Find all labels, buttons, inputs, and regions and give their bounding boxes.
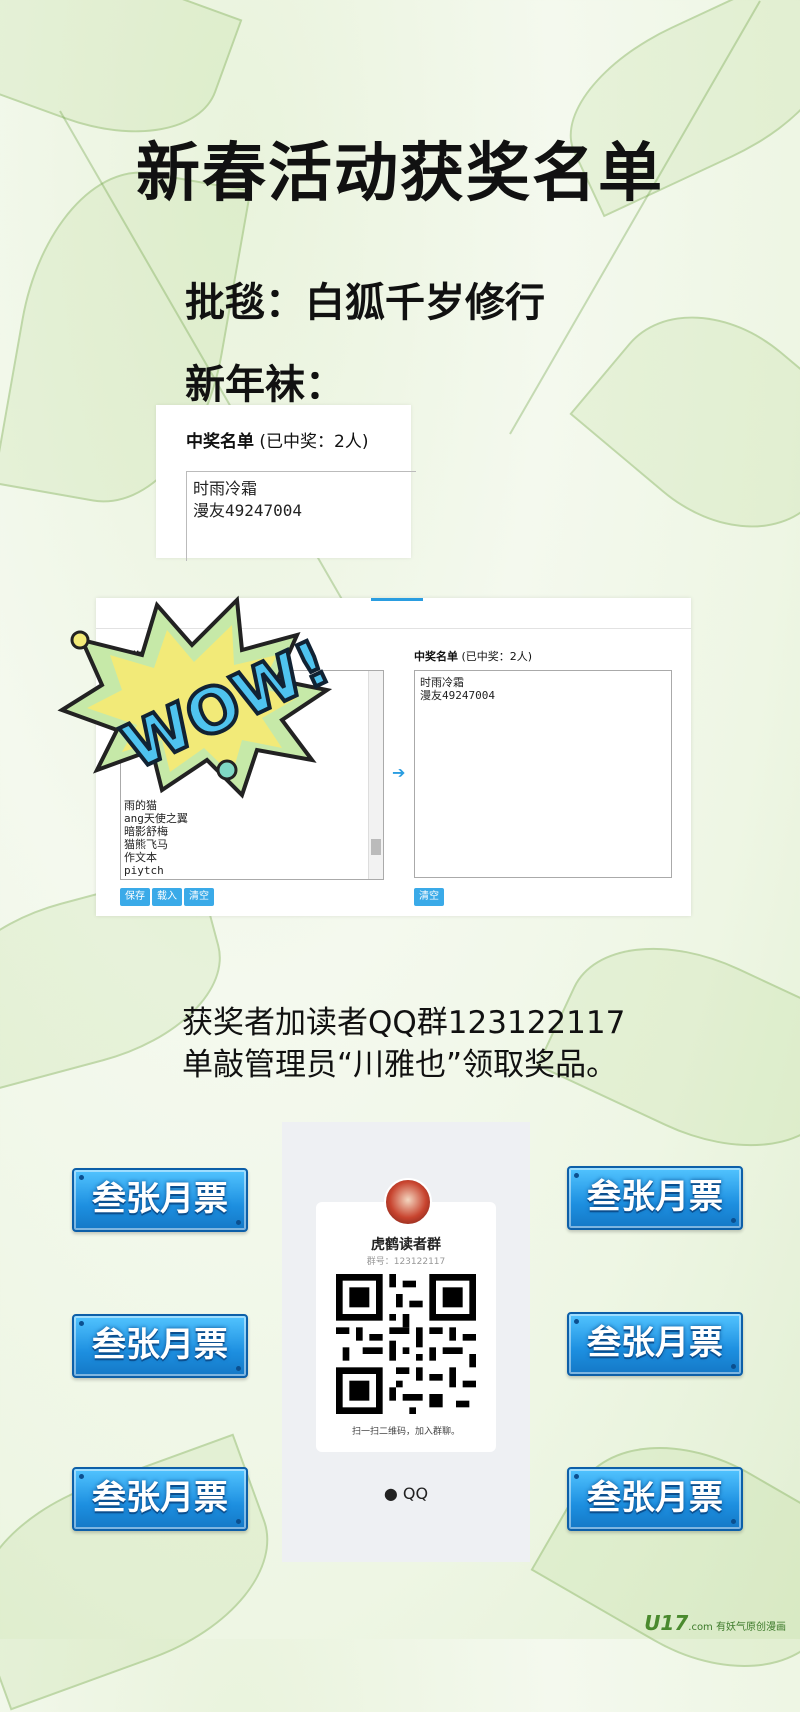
site-watermark: U17.com 有妖气原创漫画 <box>644 1611 786 1635</box>
winner-card: 中奖名单 (已中奖：2人) 时雨冷霜 漫友49247004 <box>156 405 416 561</box>
qr-card: 虎鹤读者群 群号：123122117 扫一扫二维码，加入群聊。 ● QQ <box>282 1122 530 1562</box>
wow-dot <box>70 630 90 650</box>
ticket-badge: 叁张月票 <box>567 1312 743 1376</box>
watermark-sub: .com <box>688 1622 713 1633</box>
participant-entry: 作文本 <box>124 851 157 864</box>
group-number: 群号：123122117 <box>366 1257 446 1267</box>
participant-entry: ang天使之翼 <box>124 812 188 825</box>
load-button[interactable]: 载入 <box>152 888 182 906</box>
winner-list-box[interactable]: 时雨冷霜 漫友49247004 <box>414 670 672 878</box>
participant-entry: 雨的猫 <box>124 799 157 812</box>
notice-text: 获奖者加读者QQ群123122117 单敲管理员“川雅也”领取奖品。 <box>182 1002 625 1086</box>
leaf-decoration <box>530 1401 800 1712</box>
transfer-arrow-icon: ➔ <box>392 763 406 782</box>
clear-winners-button[interactable]: 清空 <box>414 888 444 906</box>
right-panel-label: 中奖名单 (已中奖：2人) <box>414 648 532 664</box>
ticket-badge: 叁张月票 <box>567 1166 743 1230</box>
participant-entry: 暗影舒梅 <box>124 825 168 838</box>
wow-dot <box>216 759 238 781</box>
winner-entry: 漫友49247004 <box>193 501 303 520</box>
clear-button[interactable]: 清空 <box>184 888 214 906</box>
save-button[interactable]: 保存 <box>120 888 150 906</box>
notice-line-1: 获奖者加读者QQ群123122117 <box>182 1005 626 1041</box>
participant-list-content: 雨的猫 ang天使之翼 暗影舒梅 猫熊飞马 作文本 piytch <box>121 799 364 877</box>
right-panel-count: (已中奖：2人) <box>458 650 533 663</box>
notice-line-2: 单敲管理员“川雅也”领取奖品。 <box>182 1047 618 1083</box>
scroll-thumb[interactable] <box>371 839 381 855</box>
ticket-badge: 叁张月票 <box>72 1467 248 1531</box>
group-name: 虎鹤读者群 <box>371 1237 441 1253</box>
wow-sticker: WOW! <box>57 595 332 799</box>
ticket-badge: 叁张月票 <box>72 1168 248 1232</box>
winner-entry: 时雨冷霜 <box>420 676 464 689</box>
winner-card-title: 中奖名单 <box>186 432 254 452</box>
qr-inner-card: 虎鹤读者群 群号：123122117 扫一扫二维码，加入群聊。 <box>316 1202 496 1452</box>
watermark-brand: U17 <box>644 1611 689 1635</box>
winner-textarea[interactable]: 时雨冷霜 漫友49247004 <box>186 471 416 561</box>
prize-newyear-socks: 新年袜： <box>185 362 345 408</box>
scrollbar[interactable] <box>368 671 383 879</box>
ticket-badge: 叁张月票 <box>567 1467 743 1531</box>
winner-card-header: 中奖名单 (已中奖：2人) <box>186 427 368 452</box>
participant-entry: piytch <box>124 864 164 877</box>
ticket-badge: 叁张月票 <box>72 1314 248 1378</box>
winner-entry: 时雨冷霜 <box>193 479 258 498</box>
watermark-slogan: 有妖气原创漫画 <box>716 1622 786 1633</box>
participant-entry: 猫熊飞马 <box>124 838 168 851</box>
qq-label: QQ <box>402 1484 429 1503</box>
qr-hint: 扫一扫二维码，加入群聊。 <box>351 1427 460 1437</box>
qq-footer: ● QQ <box>282 1484 530 1503</box>
right-panel-title: 中奖名单 <box>414 650 458 663</box>
page-title: 新春活动获奖名单 <box>136 137 664 211</box>
group-avatar <box>384 1178 432 1226</box>
winner-card-count: (已中奖：2人) <box>254 432 369 452</box>
active-tab-indicator[interactable] <box>371 598 423 601</box>
qr-code[interactable] <box>336 1274 476 1414</box>
prize-blanket: 批毯：白狐千岁修行 <box>185 280 545 326</box>
qq-icon: ● <box>383 1484 403 1503</box>
leaf-decoration <box>569 273 800 571</box>
winner-entry: 漫友49247004 <box>420 689 495 702</box>
